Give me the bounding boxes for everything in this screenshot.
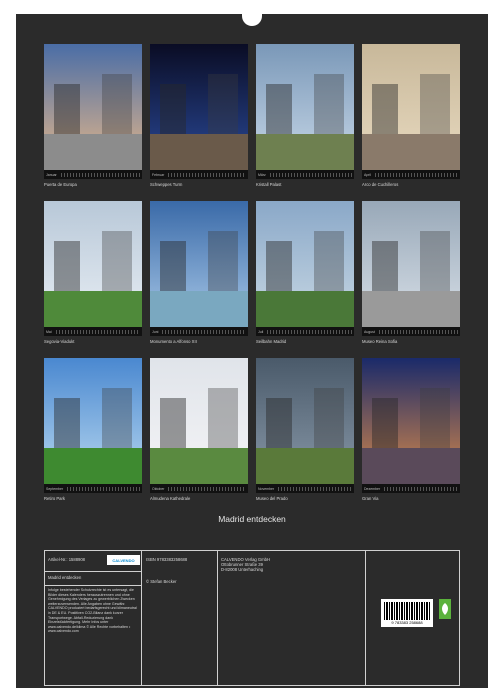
product-name: Madrid entdecken <box>48 575 82 580</box>
copyright: © Stefan Becker <box>146 579 177 584</box>
month-calendar-strip: April <box>362 170 460 179</box>
month-calendar-strip: Februar <box>150 170 248 179</box>
month-name: Mai <box>46 329 52 334</box>
info-rule <box>45 571 141 572</box>
month-name: November <box>258 486 275 491</box>
day-cells <box>375 172 458 177</box>
barcode-number: 9 783383 258688 <box>391 620 423 625</box>
month-calendar-strip: September <box>44 484 142 493</box>
month-photo <box>44 201 142 327</box>
month-photo <box>44 358 142 484</box>
photo-caption: Segovia-Viadukt <box>44 339 75 344</box>
month-photo <box>256 201 354 327</box>
info-rule <box>45 585 141 586</box>
month-name: September <box>46 486 64 491</box>
photo-caption: Schweppes Turm <box>150 182 183 187</box>
month-name: Januar <box>46 172 57 177</box>
publisher-city: D-82008 Unterhaching <box>221 567 264 572</box>
day-cells <box>67 486 140 491</box>
day-cells <box>378 329 458 334</box>
photo-caption: Kristall Palast <box>256 182 282 187</box>
month-name: März <box>258 172 266 177</box>
day-cells <box>168 486 246 491</box>
month-photo <box>150 358 248 484</box>
photo-caption: Almudena Kathedrale <box>150 496 191 501</box>
month-photo <box>256 44 354 170</box>
recycle-icon <box>439 599 451 619</box>
info-divider <box>217 551 218 685</box>
legal-notice: Infolge bestehender Schutzrechte ist es … <box>48 588 137 634</box>
month-calendar-strip: März <box>256 170 354 179</box>
month-calendar-strip: Mai <box>44 327 142 336</box>
day-cells <box>384 486 458 491</box>
day-cells <box>162 329 246 334</box>
day-cells <box>60 172 140 177</box>
month-name: Juni <box>152 329 159 334</box>
info-box: Artikel-Nr.: 1588908 CALVENDO Madrid ent… <box>44 550 460 686</box>
photo-caption: Museo Reina Sofia <box>362 339 398 344</box>
month-calendar-strip: Dezember <box>362 484 460 493</box>
month-calendar-strip: Juli <box>256 327 354 336</box>
calendar-title: Madrid entdecken <box>218 514 286 524</box>
photo-caption: Retiro Park <box>44 496 65 501</box>
month-calendar-strip: Januar <box>44 170 142 179</box>
month-calendar-strip: November <box>256 484 354 493</box>
calvendo-logo: CALVENDO <box>107 555 140 565</box>
photo-caption: Monumento a Alfonso XII <box>150 339 197 344</box>
month-calendar-strip: Oktober <box>150 484 248 493</box>
month-photo <box>362 201 460 327</box>
month-photo <box>362 358 460 484</box>
month-name: April <box>364 172 372 177</box>
photo-caption: Gran Via <box>362 496 379 501</box>
info-divider <box>365 551 366 685</box>
isbn: ISBN 9783383258688 <box>146 557 188 562</box>
month-name: August <box>364 329 375 334</box>
barcode-bars <box>384 602 430 620</box>
photo-caption: Seilbahn Madrid <box>256 339 287 344</box>
article-number: Artikel-Nr.: 1588908 <box>48 557 86 562</box>
day-cells <box>267 329 352 334</box>
month-photo <box>362 44 460 170</box>
day-cells <box>55 329 140 334</box>
month-name: Oktober <box>152 486 165 491</box>
info-divider <box>141 551 142 685</box>
month-photo <box>256 358 354 484</box>
month-calendar-strip: Juni <box>150 327 248 336</box>
day-cells <box>278 486 352 491</box>
month-photo <box>150 44 248 170</box>
month-photo <box>44 44 142 170</box>
month-calendar-strip: August <box>362 327 460 336</box>
month-name: Dezember <box>364 486 381 491</box>
month-photo <box>150 201 248 327</box>
photo-caption: Museo del Prado <box>256 496 288 501</box>
month-name: Februar <box>152 172 165 177</box>
photo-caption: Arco de Cuchilleros <box>362 182 399 187</box>
barcode: 9 783383 258688 <box>381 599 433 627</box>
photo-caption: Puerta de Europa <box>44 182 77 187</box>
day-cells <box>269 172 352 177</box>
day-cells <box>168 172 246 177</box>
month-name: Juli <box>258 329 264 334</box>
